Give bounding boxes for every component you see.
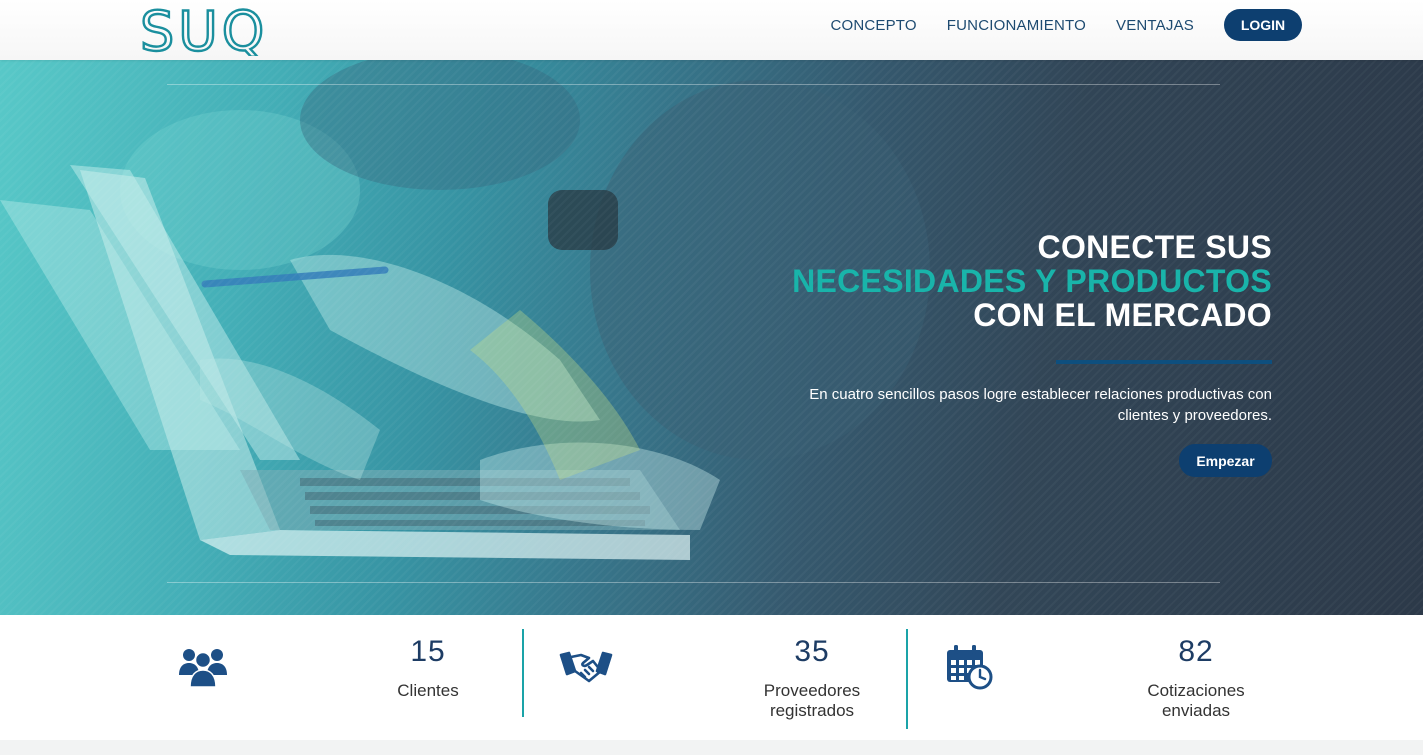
- hero-bottom-rule: [167, 582, 1220, 583]
- stat-proveedores: 35 Proveedores registrados: [555, 615, 885, 740]
- next-section-edge: [0, 740, 1423, 755]
- hero-subtext-line-1: En cuatro sencillos pasos logre establec…: [809, 386, 1272, 403]
- hero-subtext: En cuatro sencillos pasos logre establec…: [632, 384, 1272, 426]
- stat-proveedores-value: 35: [794, 635, 830, 668]
- nav-concepto[interactable]: CONCEPTO: [830, 17, 916, 34]
- users-icon: [179, 649, 227, 687]
- stat-cotizaciones-label: Cotizaciones enviadas: [1096, 681, 1296, 721]
- headline-divider: [1056, 360, 1272, 364]
- nav-ventajas[interactable]: VENTAJAS: [1116, 17, 1194, 34]
- hero-top-rule: [167, 84, 1220, 85]
- login-button[interactable]: LOGIN: [1224, 9, 1302, 41]
- stat-clientes: 15 Clientes: [170, 615, 500, 740]
- nav-funcionamiento[interactable]: FUNCIONAMIENTO: [947, 17, 1086, 34]
- headline-line-2: NECESIDADES Y PRODUCTOS: [792, 263, 1272, 299]
- suq-logo[interactable]: SUQ: [140, 4, 300, 56]
- hero-banner: CONECTE SUS NECESIDADES Y PRODUCTOS CON …: [0, 60, 1423, 615]
- stats-separator-2: [906, 629, 908, 729]
- hero-subtext-line-2: clientes y proveedores.: [1117, 407, 1272, 424]
- headline-line-3: CON EL MERCADO: [973, 297, 1272, 333]
- stat-clientes-value: 15: [410, 635, 446, 668]
- stat-clientes-label-line-1: Clientes: [397, 681, 459, 700]
- main-nav: CONCEPTO FUNCIONAMIENTO VENTAJAS LOGIN: [800, 0, 1302, 50]
- stat-clientes-label: Clientes: [328, 681, 528, 701]
- calendar-clock-icon: [947, 645, 993, 690]
- hero-headline: CONECTE SUS NECESIDADES Y PRODUCTOS CON …: [632, 230, 1272, 332]
- stat-cotizaciones-label-line-2: enviadas: [1161, 701, 1231, 720]
- stat-cotizaciones-value: 82: [1178, 635, 1214, 668]
- headline-line-1: CONECTE SUS: [1037, 229, 1272, 265]
- stat-proveedores-label-line-1: Proveedores: [763, 681, 861, 700]
- start-button[interactable]: Empezar: [1179, 444, 1272, 477]
- site-header: SUQ CONCEPTO FUNCIONAMIENTO VENTAJAS LOG…: [0, 0, 1423, 60]
- stats-separator-1: [522, 629, 524, 717]
- hero-content: CONECTE SUS NECESIDADES Y PRODUCTOS CON …: [632, 230, 1272, 477]
- stat-cotizaciones: 82 Cotizaciones enviadas: [940, 615, 1270, 740]
- stat-proveedores-label: Proveedores registrados: [712, 681, 912, 721]
- stat-proveedores-label-line-2: registrados: [769, 701, 855, 720]
- stat-cotizaciones-label-line-1: Cotizaciones: [1147, 681, 1245, 700]
- handshake-icon: [559, 651, 613, 683]
- svg-text:SUQ: SUQ: [140, 4, 268, 56]
- stats-bar: 15 Clientes 35 Proveedores registrados 8…: [0, 615, 1423, 740]
